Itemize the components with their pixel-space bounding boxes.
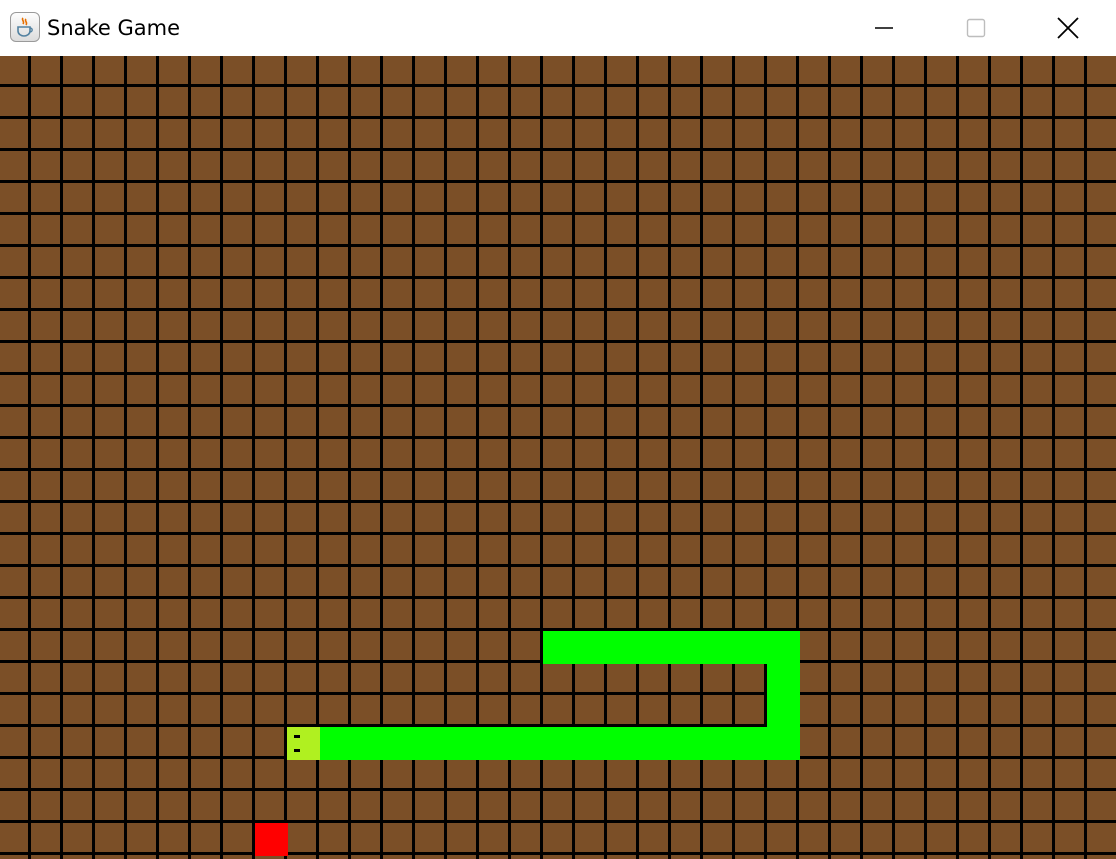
grid-line-horizontal <box>0 308 1116 311</box>
grid-line-horizontal <box>0 372 1116 375</box>
snake-body-segment <box>415 727 448 760</box>
snake-body-segment <box>639 727 672 760</box>
snake-body-segment <box>479 727 512 760</box>
grid-line-horizontal <box>0 820 1116 823</box>
grid-line-horizontal <box>0 148 1116 151</box>
grid-line-vertical <box>828 56 831 859</box>
close-icon <box>1057 17 1079 39</box>
grid-line-vertical <box>924 56 927 859</box>
grid-line-horizontal <box>0 468 1116 471</box>
grid-line-vertical <box>220 56 223 859</box>
grid-line-horizontal <box>0 84 1116 87</box>
grid-line-vertical <box>284 56 287 859</box>
grid-line-vertical <box>92 56 95 859</box>
grid-line-vertical <box>124 56 127 859</box>
maximize-icon <box>966 18 986 38</box>
grid-line-vertical <box>28 56 31 859</box>
minimize-icon <box>875 27 893 29</box>
grid-line-vertical <box>1052 56 1055 859</box>
grid-line-horizontal <box>0 276 1116 279</box>
game-window: Snake Game <box>0 0 1116 859</box>
snake-eye <box>294 749 300 752</box>
snake-body-segment <box>767 663 800 696</box>
java-coffee-cup-icon[interactable] <box>10 12 40 42</box>
snake-body-segment <box>575 631 608 664</box>
grid-line-horizontal <box>0 180 1116 183</box>
grid-line-horizontal <box>0 596 1116 599</box>
grid-line-horizontal <box>0 500 1116 503</box>
snake-body-segment <box>319 727 352 760</box>
snake-body-segment <box>543 727 576 760</box>
grid-line-vertical <box>956 56 959 859</box>
snake-head <box>287 727 320 760</box>
grid-line-horizontal <box>0 340 1116 343</box>
grid-line-vertical <box>60 56 63 859</box>
grid-line-horizontal <box>0 532 1116 535</box>
grid-line-horizontal <box>0 436 1116 439</box>
game-board-canvas <box>0 56 1116 859</box>
grid-line-vertical <box>1084 56 1087 859</box>
title-bar[interactable]: Snake Game <box>0 0 1116 56</box>
grid-line-horizontal <box>0 404 1116 407</box>
snake-eye <box>294 735 300 738</box>
grid-line-horizontal <box>0 116 1116 119</box>
snake-body-segment <box>607 727 640 760</box>
close-button[interactable] <box>1022 0 1114 56</box>
grid-line-vertical <box>156 56 159 859</box>
snake-body-segment <box>767 727 800 760</box>
snake-body-segment <box>671 727 704 760</box>
snake-body-segment <box>735 727 768 760</box>
snake-body-segment <box>607 631 640 664</box>
snake-body-segment <box>511 727 544 760</box>
maximize-button[interactable] <box>930 0 1022 56</box>
grid-line-horizontal <box>0 564 1116 567</box>
grid-line-vertical <box>892 56 895 859</box>
grid-line-horizontal <box>0 628 1116 631</box>
game-board[interactable] <box>0 56 1116 859</box>
snake-body-segment <box>639 631 672 664</box>
grid-line-horizontal <box>0 724 1116 727</box>
grid-line-horizontal <box>0 244 1116 247</box>
grid-line-vertical <box>188 56 191 859</box>
grid-line-vertical <box>1020 56 1023 859</box>
snake-body-segment <box>703 727 736 760</box>
snake-body-segment <box>543 631 576 664</box>
snake-body-segment <box>383 727 416 760</box>
snake-body-segment <box>767 631 800 664</box>
grid-line-horizontal <box>0 212 1116 215</box>
grid-line-vertical <box>988 56 991 859</box>
snake-body-segment <box>351 727 384 760</box>
food-apple <box>255 823 288 856</box>
window-title: Snake Game <box>47 16 181 40</box>
snake-body-segment <box>767 695 800 728</box>
snake-body-segment <box>671 631 704 664</box>
grid-line-horizontal <box>0 692 1116 695</box>
snake-body-segment <box>735 631 768 664</box>
grid-line-horizontal <box>0 852 1116 855</box>
snake-body-segment <box>703 631 736 664</box>
grid-line-vertical <box>252 56 255 859</box>
snake-body-segment <box>575 727 608 760</box>
grid-line-horizontal <box>0 788 1116 791</box>
grid-line-vertical <box>860 56 863 859</box>
snake-body-segment <box>447 727 480 760</box>
minimize-button[interactable] <box>838 0 930 56</box>
